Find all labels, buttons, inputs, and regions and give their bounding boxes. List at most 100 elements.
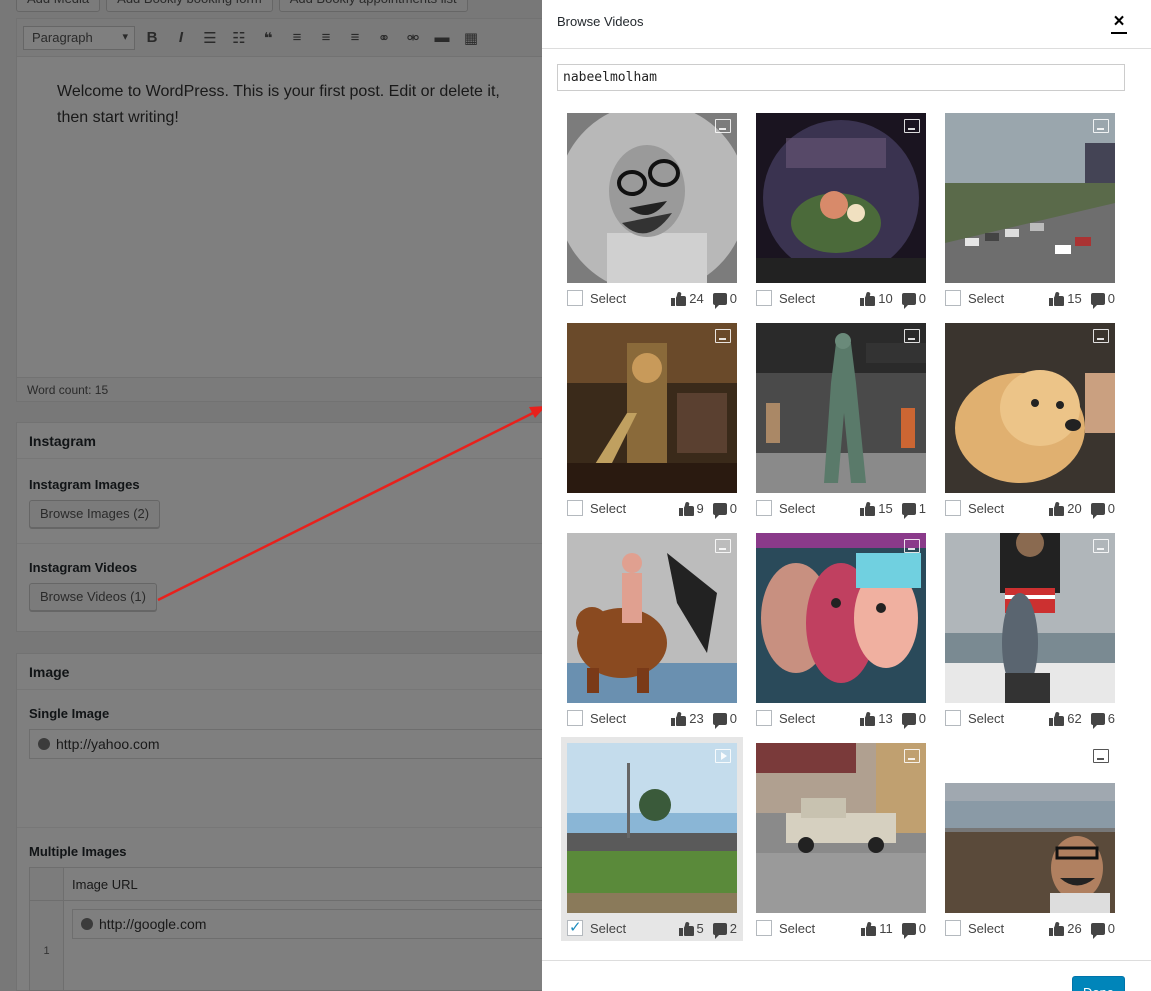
media-thumbnail[interactable] (945, 113, 1115, 283)
comment-icon (1090, 712, 1105, 729)
comment-icon (712, 502, 727, 519)
likes-count: 62 (1067, 711, 1082, 726)
media-thumbnail[interactable] (945, 533, 1115, 703)
comments-count: 6 (1107, 711, 1115, 726)
comment-icon (712, 922, 727, 939)
media-item[interactable]: Select 24 0 (561, 107, 743, 311)
image-type-icon (715, 119, 731, 133)
select-label[interactable]: Select (590, 711, 626, 726)
select-label[interactable]: Select (779, 711, 815, 726)
comments-count: 0 (1107, 921, 1115, 936)
media-item-meta: Select 10 0 (756, 289, 926, 309)
thumbs-up-icon (1049, 921, 1065, 936)
comment-icon (901, 292, 916, 309)
likes-count: 11 (879, 921, 893, 936)
image-type-icon (1093, 329, 1109, 343)
thumbs-up-icon (678, 921, 694, 936)
close-icon[interactable]: × (1111, 12, 1127, 34)
select-checkbox[interactable] (567, 500, 583, 516)
select-label[interactable]: Select (590, 501, 626, 516)
select-checkbox[interactable] (567, 918, 583, 936)
image-type-icon (1093, 119, 1109, 133)
thumbs-up-icon (1049, 501, 1065, 516)
select-checkbox[interactable] (945, 290, 961, 306)
thumbs-up-icon (671, 711, 687, 726)
media-item[interactable]: Select 15 0 (939, 107, 1121, 311)
media-thumbnail[interactable] (567, 113, 737, 283)
comment-icon (1090, 922, 1105, 939)
media-thumbnail[interactable] (945, 323, 1115, 493)
select-label[interactable]: Select (590, 291, 626, 306)
likes-count: 5 (696, 921, 704, 936)
media-item-meta: Select 20 0 (945, 499, 1115, 519)
media-thumbnail[interactable] (756, 113, 926, 283)
media-thumbnail[interactable] (567, 323, 737, 493)
select-checkbox[interactable] (945, 920, 961, 936)
select-label[interactable]: Select (968, 921, 1004, 936)
comments-count: 0 (918, 291, 926, 306)
thumbs-up-icon (860, 501, 876, 516)
select-checkbox[interactable] (945, 500, 961, 516)
select-label[interactable]: Select (968, 711, 1004, 726)
select-checkbox[interactable] (945, 710, 961, 726)
media-item[interactable]: Select 5 2 (561, 737, 743, 941)
select-checkbox[interactable] (756, 710, 772, 726)
media-item[interactable]: Select 26 0 (939, 737, 1121, 941)
media-thumbnail[interactable] (945, 743, 1115, 913)
comments-count: 0 (729, 711, 737, 726)
likes-count: 23 (689, 711, 704, 726)
media-thumbnail[interactable] (567, 533, 737, 703)
media-stats: 62 6 (1049, 711, 1115, 729)
media-item-meta: Select 9 0 (567, 499, 737, 519)
media-thumbnail[interactable] (756, 743, 926, 913)
media-item[interactable]: Select 62 6 (939, 527, 1121, 731)
select-checkbox[interactable] (756, 290, 772, 306)
done-button[interactable]: Done (1072, 976, 1125, 991)
likes-count: 26 (1067, 921, 1082, 936)
comment-icon (1090, 502, 1105, 519)
media-stats: 90 (678, 501, 737, 519)
select-label[interactable]: Select (779, 921, 815, 936)
media-item[interactable]: Select 10 0 (750, 107, 932, 311)
media-item-meta: Select 26 0 (945, 919, 1115, 939)
likes-count: 20 (1067, 501, 1082, 516)
select-label[interactable]: Select (590, 921, 626, 936)
media-item[interactable]: Select 15 1 (750, 317, 932, 521)
comments-count: 0 (918, 711, 926, 726)
select-label[interactable]: Select (968, 501, 1004, 516)
image-type-icon (1093, 749, 1109, 763)
media-item[interactable]: Select 11 0 (750, 737, 932, 941)
thumbs-up-icon (678, 501, 694, 516)
media-item[interactable]: Select 23 0 (561, 527, 743, 731)
comment-icon (901, 712, 916, 729)
media-thumbnail[interactable] (756, 323, 926, 493)
select-label[interactable]: Select (968, 291, 1004, 306)
select-checkbox[interactable] (756, 920, 772, 936)
comments-count: 0 (729, 501, 737, 516)
thumbs-up-icon (860, 711, 876, 726)
video-type-icon (715, 749, 731, 763)
select-checkbox[interactable] (567, 710, 583, 726)
media-item-meta: Select 13 0 (756, 709, 926, 729)
select-label[interactable]: Select (779, 501, 815, 516)
likes-count: 15 (878, 501, 893, 516)
media-item-meta: Select 15 1 (756, 499, 926, 519)
likes-count: 15 (1067, 291, 1082, 306)
likes-count: 10 (878, 291, 893, 306)
media-item[interactable]: Select 9 0 (561, 317, 743, 521)
image-type-icon (904, 539, 920, 553)
comment-icon (712, 712, 727, 729)
media-item-meta: Select 62 6 (945, 709, 1115, 729)
username-search-input[interactable] (557, 64, 1125, 91)
media-item[interactable]: Select 13 0 (750, 527, 932, 731)
comments-count: 0 (1107, 291, 1115, 306)
select-checkbox[interactable] (756, 500, 772, 516)
media-thumbnail[interactable] (756, 533, 926, 703)
image-type-icon (715, 329, 731, 343)
comments-count: 2 (729, 921, 737, 936)
media-item[interactable]: Select 20 0 (939, 317, 1121, 521)
media-thumbnail[interactable] (567, 743, 737, 913)
select-label[interactable]: Select (779, 291, 815, 306)
select-checkbox[interactable] (567, 290, 583, 306)
comments-count: 0 (918, 921, 926, 936)
